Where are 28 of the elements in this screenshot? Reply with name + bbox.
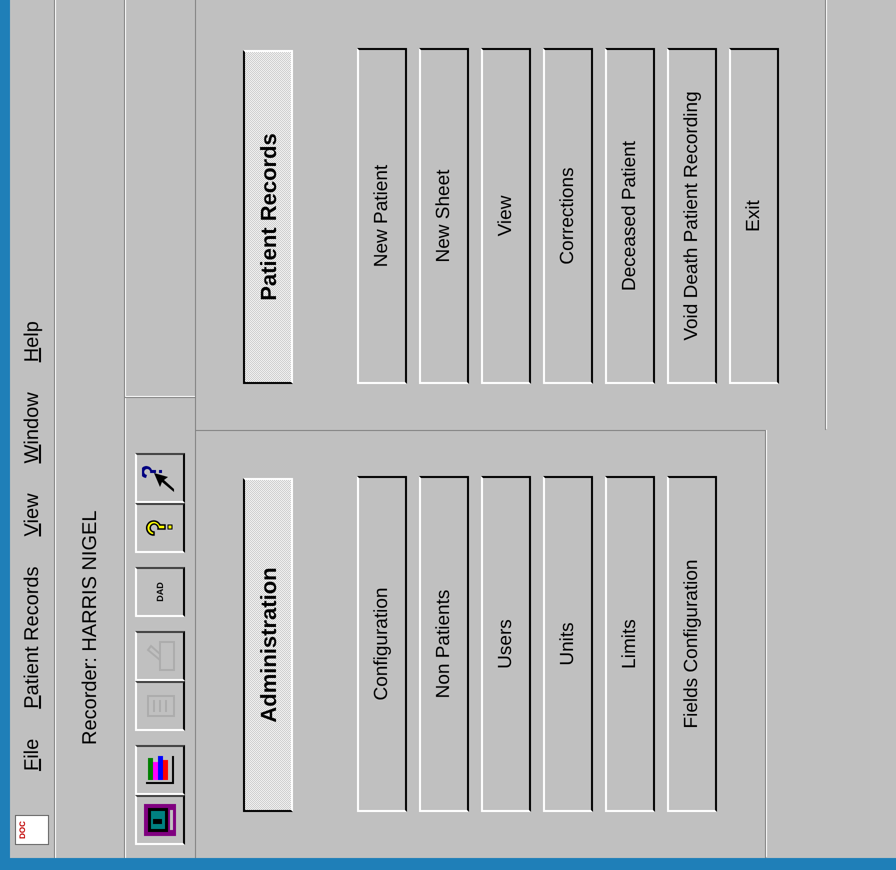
menu-item[interactable]: Patient Records xyxy=(17,560,47,715)
dad-button[interactable]: DAD xyxy=(135,567,185,617)
section-header-button[interactable]: Patient Records xyxy=(243,50,293,384)
menu-button[interactable]: Deceased Patient xyxy=(605,48,655,384)
menu-button[interactable]: New Patient xyxy=(357,48,407,384)
menu-button[interactable]: Units xyxy=(543,476,593,812)
toolbar-button[interactable] xyxy=(135,503,185,553)
document-icon[interactable]: DOC xyxy=(15,815,49,845)
menu-item[interactable]: View xyxy=(17,487,47,542)
menu-button[interactable]: Corrections xyxy=(543,48,593,384)
menu-button[interactable]: New Sheet xyxy=(419,48,469,384)
menu-button[interactable]: Configuration xyxy=(357,476,407,812)
section-header-button[interactable]: Administration xyxy=(243,478,293,812)
recorder-label: Recorder: HARRIS NIGEL xyxy=(78,510,102,745)
menu-button[interactable]: Exit xyxy=(729,48,779,384)
toolbar-button[interactable] xyxy=(135,453,185,503)
toolbar-button[interactable] xyxy=(135,795,185,845)
menu-item[interactable]: File xyxy=(17,732,47,777)
menu-button[interactable]: Fields Configuration xyxy=(667,476,717,812)
menu-item[interactable]: Window xyxy=(17,386,47,470)
toolbar-button[interactable] xyxy=(135,745,185,795)
monitor-icon xyxy=(142,802,178,838)
menu-button[interactable]: Limits xyxy=(605,476,655,812)
menu-button[interactable]: Users xyxy=(481,476,531,812)
menu-button[interactable]: Non Patients xyxy=(419,476,469,812)
menu-button[interactable]: View xyxy=(481,48,531,384)
menu-item[interactable]: Help xyxy=(17,315,47,368)
menu-button[interactable]: Void Death Patient Recording xyxy=(667,48,717,384)
